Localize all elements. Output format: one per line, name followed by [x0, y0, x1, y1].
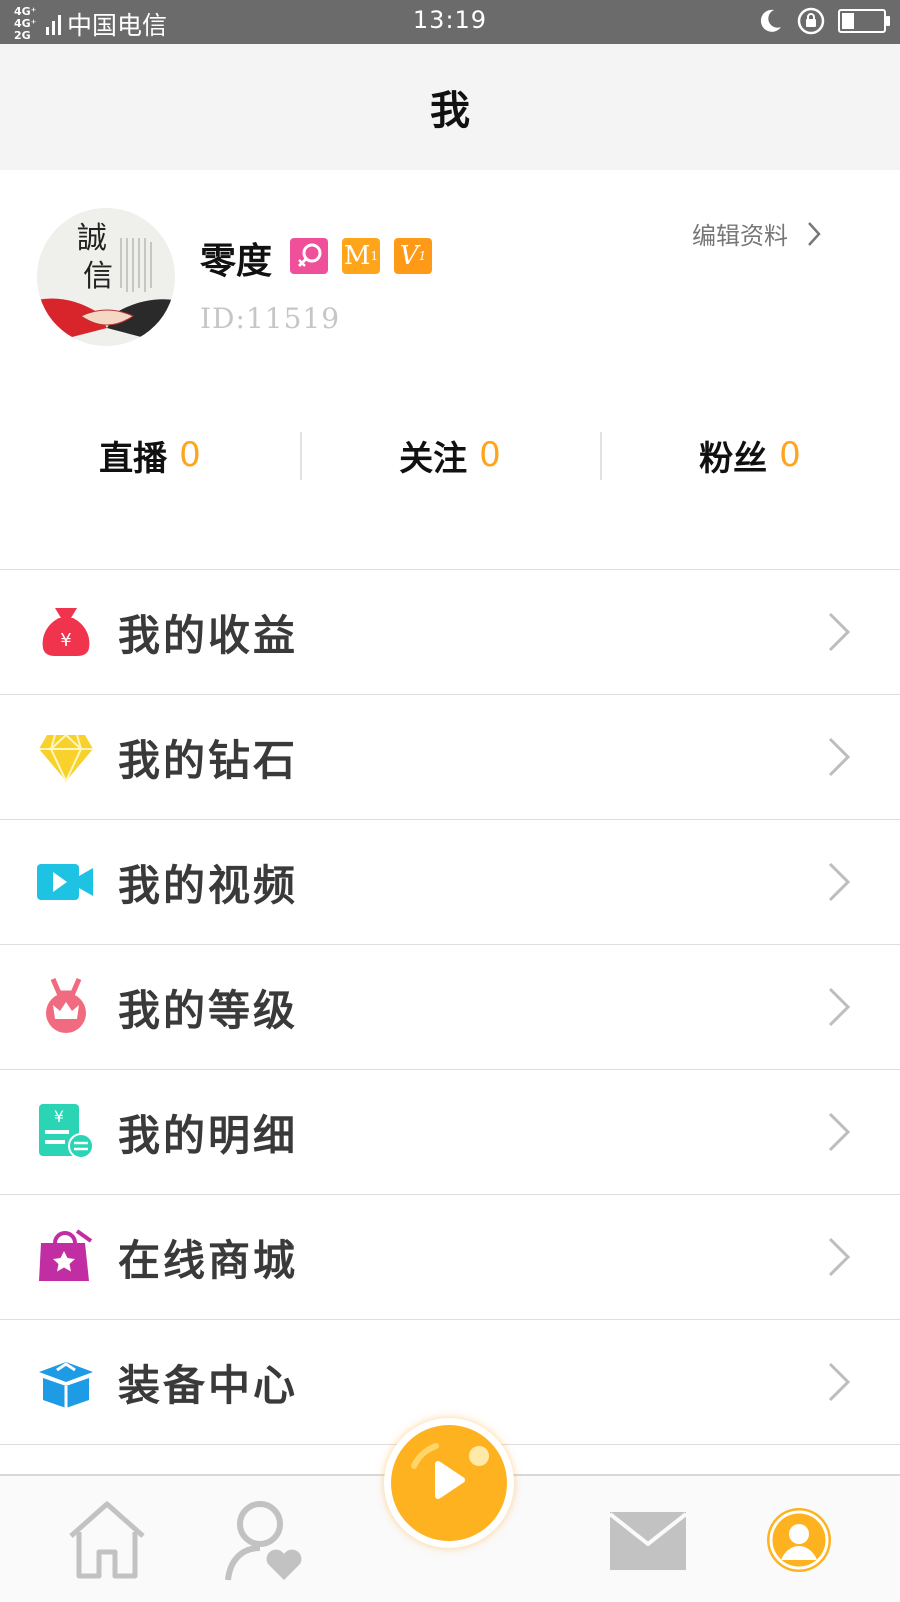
svg-text:¥: ¥ — [54, 1107, 64, 1126]
menu-item-label: 我的明细 — [118, 1110, 299, 1160]
follow-icon[interactable] — [222, 1498, 306, 1582]
svg-text:¥: ¥ — [60, 630, 71, 651]
profile-card: 誠 信 零度 M1 V1 ID:11519 编辑资料 — [0, 170, 900, 370]
menu-item-label: 装备中心 — [118, 1360, 299, 1410]
bill-detail-icon: ¥ — [39, 1104, 94, 1159]
menu-item-earnings[interactable]: ¥ 我的收益 — [0, 570, 900, 695]
stat-label: 粉丝 — [699, 438, 768, 479]
m-level-sub: 1 — [370, 249, 379, 263]
live-button[interactable] — [384, 1418, 514, 1548]
page-title: 我 — [430, 88, 470, 134]
chevron-right-icon — [828, 1112, 851, 1152]
bottom-tab-bar — [0, 1418, 900, 1602]
menu-item-label: 我的钻石 — [118, 735, 299, 785]
rotation-lock-icon — [797, 7, 825, 35]
stat-label: 直播 — [99, 438, 168, 479]
m-level-badge: M1 — [342, 238, 380, 274]
menu-item-label: 我的收益 — [118, 610, 299, 660]
moon-icon — [760, 9, 781, 32]
menu-item-label: 我的视频 — [118, 860, 299, 910]
edit-profile-label: 编辑资料 — [692, 222, 788, 250]
equipment-box-icon — [39, 1362, 93, 1408]
title-bar: 我 — [0, 44, 900, 170]
menu-item-videos[interactable]: 我的视频 — [0, 820, 900, 945]
chevron-right-icon — [828, 1237, 851, 1277]
shopping-bag-icon — [39, 1229, 93, 1281]
avatar[interactable]: 誠 信 — [37, 208, 175, 346]
chevron-right-icon — [808, 221, 821, 246]
female-icon — [290, 238, 328, 274]
stat-fans[interactable]: 粉丝 0 — [600, 410, 900, 500]
stat-value: 0 — [779, 435, 801, 475]
menu-list: ¥ 我的收益 我的钻石 我的视频 我的等级 ¥ 我的明细 在线商城 装备中心 — [0, 569, 900, 1445]
menu-item-details[interactable]: ¥ 我的明细 — [0, 1070, 900, 1195]
v-level-sub: 1 — [418, 249, 427, 263]
status-bar: 4G⁺ 4G⁺ 2G 中国电信 13:19 — [0, 0, 900, 44]
stat-value: 0 — [479, 435, 501, 475]
home-icon[interactable] — [65, 1498, 149, 1582]
menu-item-diamonds[interactable]: 我的钻石 — [0, 695, 900, 820]
battery-fill — [842, 13, 854, 29]
badge-list: M1 V1 — [290, 238, 432, 274]
m-level-text: M — [343, 241, 371, 271]
avatar-calligraphy-1: 誠 — [77, 221, 107, 256]
crown-medal-icon — [46, 978, 86, 1033]
live-play-icon — [391, 1425, 507, 1541]
chevron-right-icon — [828, 862, 851, 902]
stat-following[interactable]: 关注 0 — [300, 410, 600, 500]
chevron-right-icon — [828, 987, 851, 1027]
v-level-badge: V1 — [394, 238, 432, 274]
menu-item-level[interactable]: 我的等级 — [0, 945, 900, 1070]
chevron-right-icon — [828, 612, 851, 652]
video-camera-icon — [37, 864, 93, 900]
username: 零度 — [200, 241, 273, 282]
diamond-icon — [39, 733, 93, 784]
stat-label: 关注 — [399, 438, 468, 479]
stat-value: 0 — [179, 435, 201, 475]
stat-live[interactable]: 直播 0 — [0, 410, 300, 500]
menu-item-label: 在线商城 — [118, 1235, 299, 1285]
edit-profile-button[interactable]: 编辑资料 — [692, 216, 822, 251]
avatar-image: 誠 信 — [37, 208, 175, 346]
message-icon[interactable] — [606, 1498, 690, 1582]
chevron-right-icon — [828, 737, 851, 777]
menu-item-mall[interactable]: 在线商城 — [0, 1195, 900, 1320]
stats-bar: 直播 0 关注 0 粉丝 0 — [0, 410, 900, 500]
profile-icon[interactable] — [757, 1498, 841, 1582]
menu-item-label: 我的等级 — [118, 985, 299, 1035]
avatar-calligraphy-2: 信 — [83, 259, 113, 294]
chevron-right-icon — [828, 1362, 851, 1402]
user-id: ID:11519 — [200, 302, 341, 335]
money-bag-icon: ¥ — [42, 608, 90, 656]
battery-icon — [838, 9, 890, 33]
v-level-text: V — [399, 241, 419, 271]
